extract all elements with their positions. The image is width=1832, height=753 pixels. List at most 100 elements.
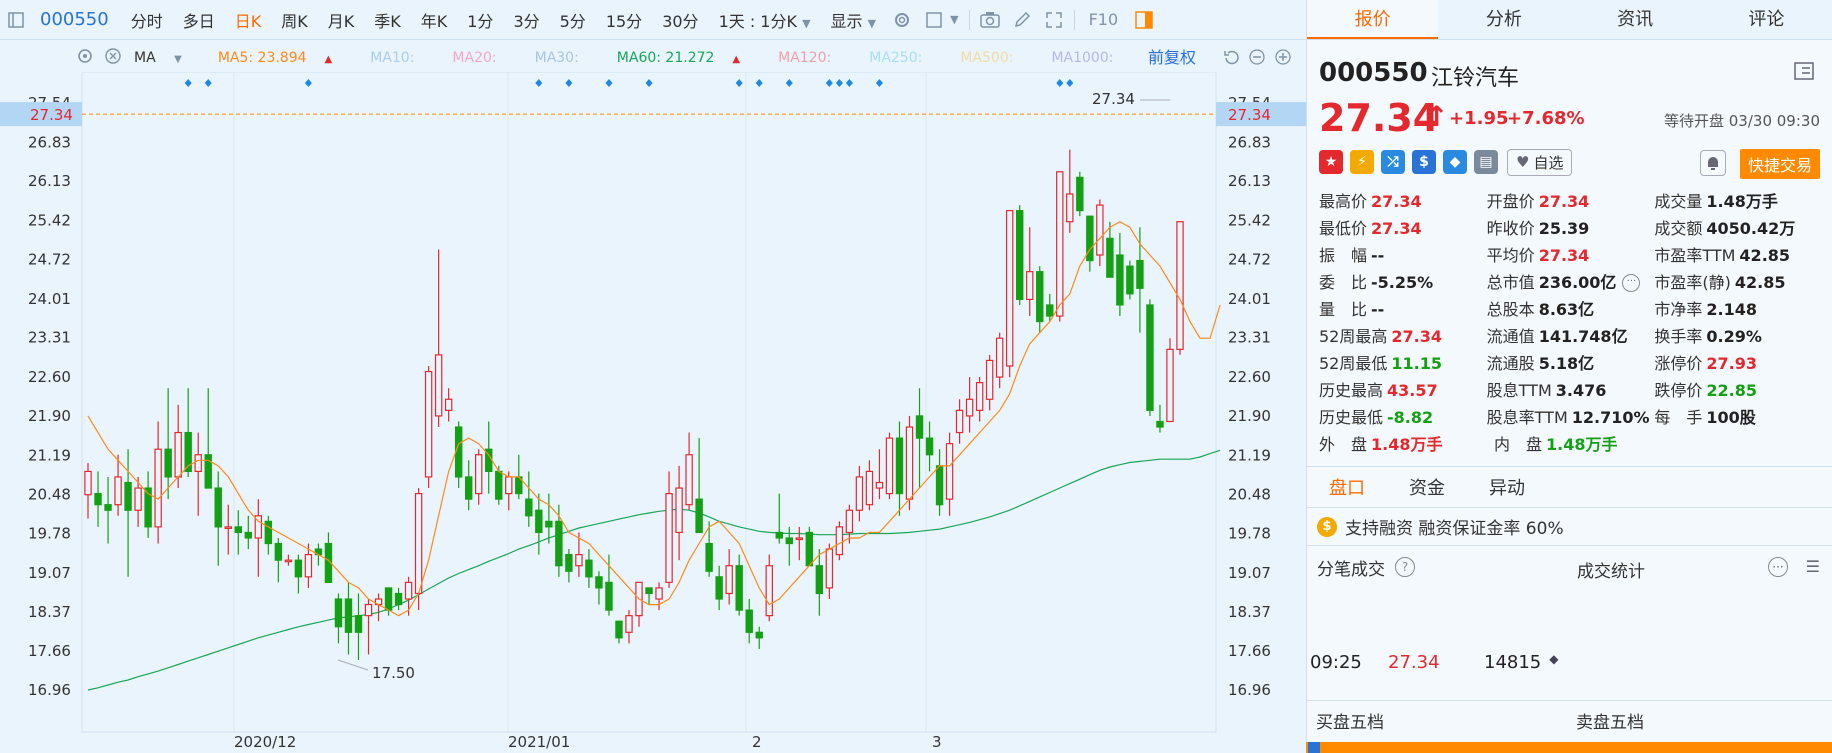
panel-tab[interactable]: 分析 — [1438, 0, 1569, 39]
candle[interactable] — [535, 509, 543, 534]
more-icon[interactable]: ··· — [1768, 557, 1788, 577]
chevron-down-icon[interactable]: ▼ — [950, 13, 958, 26]
ma-item[interactable]: MA1000: — [1051, 50, 1127, 66]
candle[interactable] — [1146, 304, 1154, 411]
candle[interactable] — [84, 470, 92, 496]
bell-icon[interactable] — [1700, 150, 1726, 176]
candle[interactable] — [464, 476, 473, 500]
interval-select[interactable]: 1天 : 1分K ▼ — [709, 8, 821, 32]
candle[interactable] — [1066, 193, 1074, 223]
ma-dropdown[interactable]: MA ▼ — [134, 50, 196, 66]
candle[interactable] — [695, 498, 703, 534]
candle[interactable] — [955, 409, 964, 434]
ma-close-icon[interactable] — [104, 47, 122, 69]
period-tab[interactable]: 日K — [225, 8, 272, 32]
period-tab[interactable]: 30分 — [652, 8, 708, 32]
candle[interactable] — [1166, 348, 1174, 423]
candle[interactable] — [1005, 210, 1014, 367]
candle[interactable] — [495, 470, 503, 500]
candle[interactable] — [164, 448, 172, 478]
candle[interactable] — [475, 454, 483, 495]
ma-item[interactable]: MA20: — [452, 50, 510, 66]
candle[interactable] — [895, 437, 904, 495]
china-flag-icon[interactable]: ★ — [1319, 150, 1343, 174]
dollar-icon[interactable]: $ — [1412, 150, 1436, 174]
settings-icon[interactable] — [889, 7, 915, 33]
candle[interactable] — [625, 615, 633, 633]
candle[interactable] — [605, 581, 613, 611]
zoom-out-icon[interactable] — [1246, 46, 1268, 68]
candle[interactable] — [424, 370, 433, 478]
candle[interactable] — [444, 398, 453, 411]
candle[interactable] — [735, 565, 743, 611]
panel-tab[interactable]: 评论 — [1701, 0, 1832, 39]
candle[interactable] — [595, 576, 603, 589]
period-tab[interactable]: 年K — [411, 8, 458, 32]
candle[interactable] — [525, 498, 533, 517]
candle[interactable] — [1076, 176, 1084, 212]
candle[interactable] — [555, 520, 563, 567]
shuffle-icon[interactable]: ⤮ — [1381, 150, 1405, 174]
undo-icon[interactable] — [1220, 46, 1242, 68]
panel-tab[interactable]: 报价 — [1307, 0, 1439, 39]
panel-subtab[interactable]: 异动 — [1489, 474, 1525, 500]
candle[interactable] — [294, 559, 303, 578]
ma-item[interactable]: MA10: — [370, 50, 428, 66]
candle[interactable] — [1156, 420, 1164, 428]
candle[interactable] — [1106, 237, 1114, 278]
candle[interactable] — [1056, 171, 1064, 317]
candle[interactable] — [905, 426, 914, 500]
ma-settings-icon[interactable] — [76, 47, 94, 69]
candle[interactable] — [394, 592, 403, 606]
candle[interactable] — [124, 481, 132, 511]
tag-icon[interactable]: ◆ — [1443, 150, 1467, 174]
candle[interactable] — [995, 337, 1004, 378]
fullscreen-icon[interactable] — [1041, 7, 1067, 33]
period-tab[interactable]: 3分 — [503, 8, 549, 32]
candle[interactable] — [815, 565, 824, 595]
lightning-icon[interactable]: ⚡ — [1350, 150, 1374, 174]
candle[interactable] — [565, 554, 573, 572]
candle[interactable] — [745, 609, 753, 633]
candle[interactable] — [775, 531, 783, 539]
period-tab[interactable]: 多日 — [173, 8, 225, 32]
candle[interactable] — [1136, 259, 1144, 289]
candle[interactable] — [805, 531, 814, 567]
candle[interactable] — [865, 470, 874, 506]
candle[interactable] — [1036, 271, 1044, 323]
ticks-stat-link[interactable]: 成交统计 — [1577, 557, 1645, 582]
candle[interactable] — [575, 554, 583, 567]
candle[interactable] — [334, 598, 343, 628]
candle[interactable] — [154, 448, 162, 528]
candle[interactable] — [545, 520, 553, 528]
candle[interactable] — [1116, 254, 1124, 306]
candle[interactable] — [755, 631, 763, 639]
pen-icon[interactable] — [1009, 7, 1035, 33]
candle[interactable] — [1026, 271, 1034, 301]
ma-item[interactable]: MA30: — [535, 50, 593, 66]
candle[interactable] — [845, 509, 854, 534]
candle[interactable] — [885, 437, 894, 495]
candle[interactable] — [705, 542, 713, 572]
candle[interactable] — [354, 615, 363, 633]
candle[interactable] — [1176, 221, 1184, 350]
more-icon[interactable]: ··· — [1622, 274, 1641, 292]
ma-item[interactable]: MA250: — [869, 50, 936, 66]
candle[interactable] — [655, 587, 663, 600]
candle[interactable] — [505, 476, 513, 495]
candle[interactable] — [975, 382, 984, 411]
candle[interactable] — [1046, 304, 1054, 317]
panel-tab[interactable]: 资讯 — [1570, 0, 1701, 39]
candle[interactable] — [194, 454, 202, 473]
period-tab[interactable]: 分时 — [121, 8, 173, 32]
list-icon[interactable]: ☰ — [1806, 557, 1820, 576]
candle[interactable] — [214, 487, 222, 528]
candle[interactable] — [234, 526, 242, 534]
candle[interactable] — [585, 559, 593, 578]
candle[interactable] — [304, 554, 313, 578]
candle[interactable] — [795, 537, 804, 541]
candle[interactable] — [925, 437, 934, 456]
candle[interactable] — [835, 526, 844, 556]
adjust-mode-button[interactable]: 前复权 — [1148, 44, 1196, 68]
period-tab[interactable]: 季K — [364, 8, 411, 32]
